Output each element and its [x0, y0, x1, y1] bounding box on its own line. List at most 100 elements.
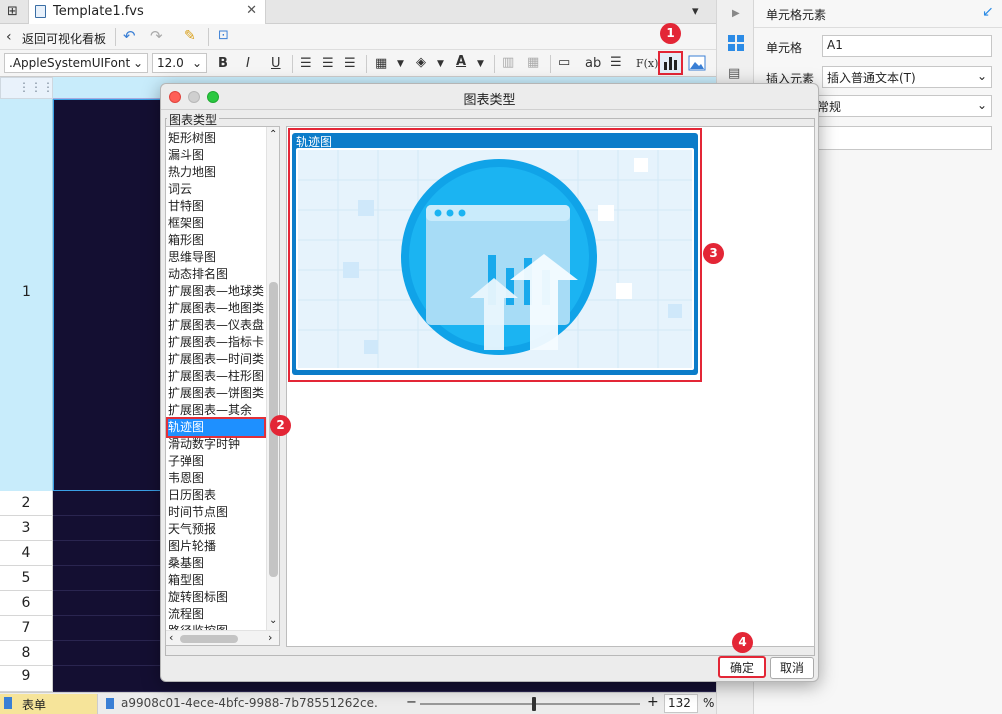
chart-type-list[interactable]: 矩形树图 漏斗图 热力地图 词云 甘特图 框架图 箱形图 思维导图 动态排名图 扩展图表—地球类扩… [165, 126, 280, 646]
tab-template[interactable]: Template1.fvs ✕ [28, 0, 266, 24]
format-brush-icon[interactable]: ✎ [184, 28, 196, 44]
chart-type-item[interactable]: 日历图表 [168, 487, 264, 504]
zoom-out-button[interactable]: − [406, 695, 417, 710]
row-header-7[interactable]: 7 [0, 616, 53, 641]
chevron-down-icon[interactable]: ▼ [477, 56, 484, 72]
chart-type-item[interactable]: 旋转图标图 [168, 589, 264, 606]
list-vertical-scrollbar[interactable]: ⌃ ⌄ [266, 127, 279, 630]
chart-type-item[interactable]: 热力地图 [168, 164, 264, 181]
chart-type-item[interactable]: 词云 [168, 181, 264, 198]
insert-formula-button[interactable]: F(x) [636, 56, 658, 72]
border-icon[interactable]: ▦ [375, 56, 387, 72]
row-header-3[interactable]: 3 [0, 516, 53, 541]
zoom-in-button[interactable]: + [647, 694, 659, 710]
chart-type-item[interactable]: 扩展图表—饼图类 [168, 385, 264, 402]
chart-type-item[interactable]: 思维导图 [168, 249, 264, 266]
chart-type-item[interactable]: 箱型图 [168, 572, 264, 589]
sheet-tab[interactable]: 表单 [0, 694, 98, 714]
undo-icon[interactable]: ↶ [123, 28, 136, 44]
tab-menu-icon[interactable]: ▾ [692, 4, 699, 20]
collapse-icon[interactable]: ↙ [982, 4, 994, 20]
cell-attribute-icon[interactable]: ▤ [728, 66, 740, 82]
chevron-left-icon[interactable]: ‹ [6, 29, 12, 45]
cell-element-icon[interactable] [727, 34, 745, 52]
hscroll-thumb[interactable] [180, 635, 238, 643]
italic-button[interactable]: I [246, 56, 250, 72]
chart-type-item[interactable]: 扩展图表—其余 [168, 402, 264, 419]
insert-text-button[interactable]: ab [585, 56, 601, 72]
chart-type-item[interactable]: 天气预报 [168, 521, 264, 538]
insert-image-icon[interactable] [688, 55, 706, 71]
fill-color-icon[interactable]: ◈ [416, 55, 426, 71]
chart-type-item[interactable]: 扩展图表—柱形图 [168, 368, 264, 385]
merge-cells-icon[interactable]: ▥ [502, 55, 514, 71]
row-header-5[interactable]: 5 [0, 566, 53, 591]
zoom-slider[interactable] [420, 703, 640, 705]
row-header-6[interactable]: 6 [0, 591, 53, 616]
chart-type-item[interactable]: 漏斗图 [168, 147, 264, 164]
chart-type-item[interactable]: 轨迹图 [166, 417, 266, 438]
chart-type-item[interactable]: 滑动数字时钟 [168, 436, 264, 453]
underline-button[interactable]: U [271, 56, 281, 72]
row-header-2[interactable]: 2 [0, 491, 53, 516]
row-label: 1 [22, 284, 31, 300]
split-cells-icon[interactable]: ▦ [527, 55, 539, 71]
font-family-select[interactable]: .AppleSystemUIFont ⌄ [4, 53, 148, 73]
scroll-up-icon[interactable]: ⌃ [269, 129, 277, 140]
rich-text-icon[interactable]: ☰ [610, 55, 622, 71]
expand-panel-icon[interactable]: ▶ [732, 6, 740, 22]
new-report-icon[interactable]: ⊞ [7, 4, 18, 20]
row-header-8[interactable]: 8 [0, 641, 53, 666]
row-header-9[interactable]: 9 [0, 666, 53, 692]
align-right-icon[interactable]: ☰ [344, 56, 356, 72]
cancel-button[interactable]: 取消 [770, 657, 814, 679]
chart-type-item[interactable]: 动态排名图 [168, 266, 264, 283]
align-center-icon[interactable]: ☰ [322, 56, 334, 72]
preview-icon[interactable]: ⊡ [218, 28, 229, 44]
chevron-down-icon[interactable]: ▼ [397, 56, 404, 72]
scroll-right-icon[interactable]: › [268, 631, 272, 644]
chart-type-item[interactable]: 子弹图 [168, 453, 264, 470]
trajectory-chart-card[interactable]: 轨迹图 [292, 133, 698, 375]
row-header-4[interactable]: 4 [0, 541, 53, 566]
chart-type-item[interactable]: 时间节点图 [168, 504, 264, 521]
zoom-input[interactable]: 132 [664, 694, 698, 713]
chart-type-item[interactable]: 桑基图 [168, 555, 264, 572]
chart-type-item[interactable]: 框架图 [168, 215, 264, 232]
scroll-down-icon[interactable]: ⌄ [269, 615, 277, 626]
format-select[interactable]: 常规 ⌄ [812, 95, 992, 117]
align-left-icon[interactable]: ☰ [300, 56, 312, 72]
cell-input[interactable]: A1 [822, 35, 992, 57]
close-tab-icon[interactable]: ✕ [246, 3, 257, 18]
grid-corner[interactable]: ⋮⋮⋮ [0, 77, 54, 99]
chart-type-item[interactable]: 甘特图 [168, 198, 264, 215]
chart-type-item[interactable]: 流程图 [168, 606, 264, 623]
ok-button[interactable]: 确定 [718, 656, 766, 678]
redo-icon[interactable]: ↷ [150, 28, 163, 44]
chart-type-item[interactable]: 扩展图表—仪表盘 [168, 317, 264, 334]
chevron-down-icon[interactable]: ▼ [437, 56, 444, 72]
font-size-select[interactable]: 12.0 ⌄ [152, 53, 207, 73]
text-field-icon[interactable]: ▭ [558, 55, 570, 71]
format-detail-field[interactable] [812, 126, 992, 150]
bold-button[interactable]: B [218, 56, 228, 72]
list-horizontal-scrollbar[interactable]: ‹ › [166, 630, 279, 645]
chart-type-item[interactable]: 扩展图表—指标卡 [168, 334, 264, 351]
insert-element-select[interactable]: 插入普通文本(T) ⌄ [822, 66, 992, 88]
row-header-1[interactable]: 1 [0, 99, 53, 491]
chart-type-item[interactable]: 扩展图表—时间类 [168, 351, 264, 368]
cell-value: A1 [827, 38, 843, 52]
back-to-dashboard-link[interactable]: 返回可视化看板 [22, 30, 106, 47]
chart-type-item[interactable]: 扩展图表—地图类 [168, 300, 264, 317]
chart-type-item[interactable]: 扩展图表—地球类 [168, 283, 264, 300]
scroll-left-icon[interactable]: ‹ [169, 631, 173, 644]
chart-type-item[interactable]: 箱形图 [168, 232, 264, 249]
chart-type-item[interactable]: 矩形树图 [168, 130, 264, 147]
insert-chart-button[interactable] [658, 51, 683, 75]
chart-type-item[interactable]: 韦恩图 [168, 470, 264, 487]
chart-type-item[interactable]: 图片轮播 [168, 538, 264, 555]
dialog-titlebar: 图表类型 [161, 84, 818, 110]
select-all-icon: ⋮⋮⋮ [18, 80, 54, 94]
font-color-icon[interactable]: A [456, 54, 466, 70]
zoom-slider-handle[interactable] [532, 697, 536, 711]
